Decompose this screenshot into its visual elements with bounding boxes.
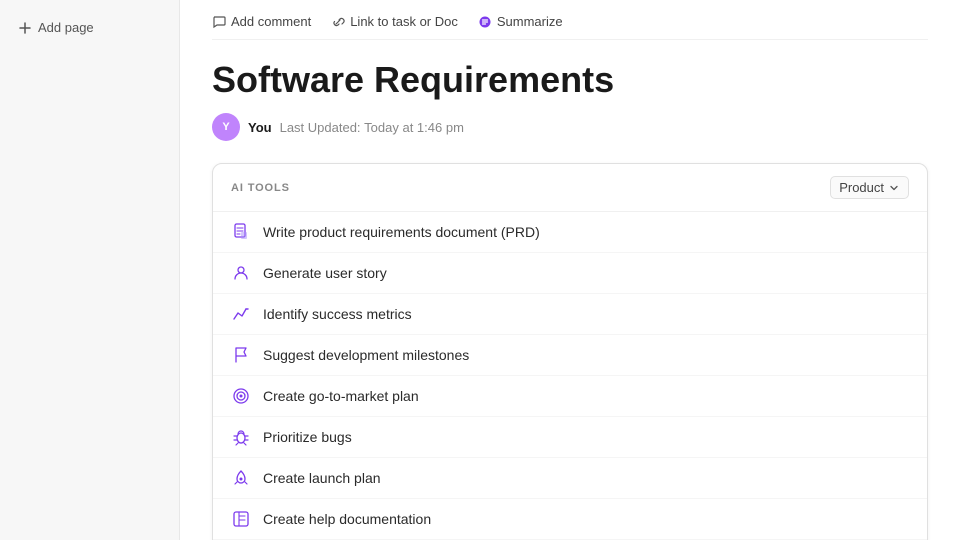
tool-label-6: Prioritize bugs [263,429,352,445]
add-page-icon [18,21,32,35]
document-icon [231,222,251,242]
target-icon [231,386,251,406]
add-page-button[interactable]: Add page [12,16,167,39]
tool-label-8: Create help documentation [263,511,431,527]
summarize-button[interactable]: Summarize [478,14,563,29]
tool-label-2: Generate user story [263,265,387,281]
tool-item-2[interactable]: Generate user story [213,253,927,294]
main-content: Add comment Link to task or Doc Summariz… [180,0,960,540]
tool-item-4[interactable]: Suggest development milestones [213,335,927,376]
user-icon [231,263,251,283]
category-dropdown[interactable]: Product [830,176,909,199]
ai-tools-header: AI TOOLS Product [213,164,927,212]
add-comment-button[interactable]: Add comment [212,14,311,29]
add-comment-label: Add comment [231,14,311,29]
link-to-task-button[interactable]: Link to task or Doc [331,14,458,29]
toolbar: Add comment Link to task or Doc Summariz… [212,0,928,40]
link-to-task-label: Link to task or Doc [350,14,458,29]
sidebar: Add page [0,0,180,540]
page-title: Software Requirements [212,58,928,101]
ai-tools-panel: AI TOOLS Product Write product requireme… [212,163,928,540]
tool-item-8[interactable]: Create help documentation [213,499,927,540]
link-icon [331,15,345,29]
tool-item-7[interactable]: Create launch plan [213,458,927,499]
avatar: Y [212,113,240,141]
tool-label-4: Suggest development milestones [263,347,469,363]
summarize-label: Summarize [497,14,563,29]
book-icon [231,509,251,529]
chevron-down-icon [888,182,900,194]
tool-item-5[interactable]: Create go-to-market plan [213,376,927,417]
tool-item-6[interactable]: Prioritize bugs [213,417,927,458]
tool-label-5: Create go-to-market plan [263,388,419,404]
tool-label-1: Write product requirements document (PRD… [263,224,540,240]
bug-icon [231,427,251,447]
tool-item-3[interactable]: Identify success metrics [213,294,927,335]
flag-icon [231,345,251,365]
author-row: Y You Last Updated: Today at 1:46 pm [212,113,928,141]
summarize-icon [478,15,492,29]
author-name: You [248,120,272,135]
category-label: Product [839,180,884,195]
ai-tools-label: AI TOOLS [231,182,290,194]
tool-list: Write product requirements document (PRD… [213,212,927,540]
add-page-label: Add page [38,20,94,35]
tool-label-3: Identify success metrics [263,306,412,322]
last-updated: Last Updated: Today at 1:46 pm [280,120,464,135]
chart-icon [231,304,251,324]
tool-item-1[interactable]: Write product requirements document (PRD… [213,212,927,253]
comment-icon [212,15,226,29]
tool-label-7: Create launch plan [263,470,381,486]
rocket-icon [231,468,251,488]
